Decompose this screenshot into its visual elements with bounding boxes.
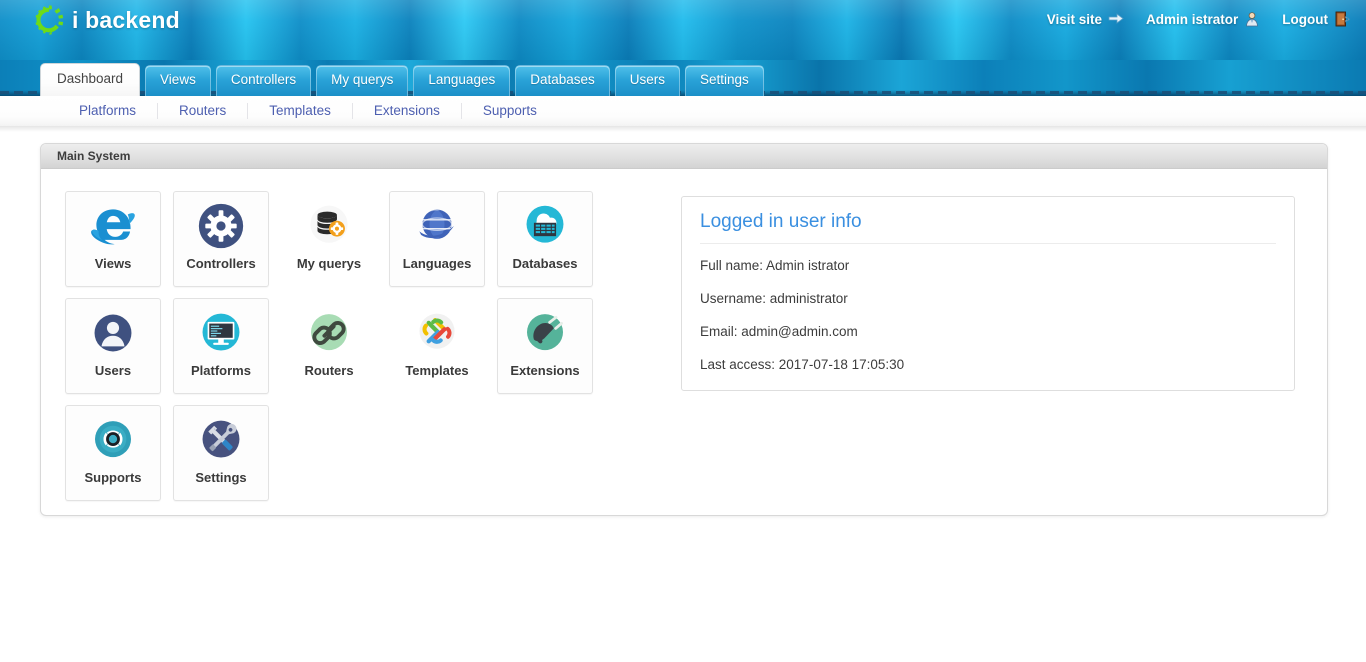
database-stack-gear-icon (303, 200, 355, 252)
tab-settings[interactable]: Settings (685, 65, 764, 96)
tile-label: Templates (405, 363, 469, 378)
tab-label: Databases (530, 72, 595, 88)
user-info-username: Username: administrator (700, 290, 848, 306)
arrow-right-icon (1108, 13, 1124, 24)
tile-label: My querys (296, 256, 362, 271)
subnav-item-supports[interactable]: Supports (462, 103, 558, 119)
tile-languages[interactable]: Languages (389, 191, 485, 287)
tab-dashboard[interactable]: Dashboard (40, 63, 141, 96)
tile-label: Supports (84, 470, 142, 485)
tile-views[interactable]: Views (65, 191, 161, 287)
current-user-link[interactable]: Admin istrator (1146, 11, 1260, 27)
brand-name: i backend (72, 6, 180, 33)
logout-link[interactable]: Logout (1282, 11, 1350, 27)
panel-body: Views Controllers My querys Languages Da… (41, 169, 1327, 501)
subnav-label: Routers (179, 103, 227, 118)
power-plug-icon (519, 307, 571, 359)
tile-label: Users (94, 363, 132, 378)
tile-label: Databases (512, 256, 578, 271)
secondary-nav-items: Platforms Routers Templates Extensions S… (0, 103, 558, 119)
cloud-server-icon (519, 200, 571, 252)
internet-explorer-e-icon (87, 200, 139, 252)
tile-templates[interactable]: Templates (389, 298, 485, 394)
tile-routers[interactable]: Routers (281, 298, 377, 394)
subnav-item-extensions[interactable]: Extensions (353, 103, 462, 119)
tab-label: Dashboard (57, 71, 124, 87)
subnav-label: Templates (269, 103, 331, 118)
panel-title: Main System (57, 149, 131, 163)
header-gloss-overlay (0, 0, 1366, 60)
tile-label: Extensions (510, 363, 580, 378)
primary-tabs: Dashboard Views Controllers My querys La… (40, 63, 764, 96)
header-actions: Visit site Admin istrator Logout (1047, 11, 1350, 27)
tab-my-querys[interactable]: My querys (316, 65, 409, 96)
logged-in-user-info-card: Logged in user info Full name: Admin ist… (681, 196, 1295, 391)
joomla-logo-icon (411, 307, 463, 359)
current-user-label: Admin istrator (1146, 11, 1239, 27)
tile-settings[interactable]: Settings (173, 405, 269, 501)
tile-extensions[interactable]: Extensions (497, 298, 593, 394)
tab-controllers[interactable]: Controllers (215, 65, 312, 96)
subnav-dropshadow (0, 126, 1366, 132)
monitor-icon (195, 307, 247, 359)
visit-site-label: Visit site (1046, 11, 1102, 27)
tile-label: Views (94, 256, 132, 271)
exit-door-icon (1335, 11, 1350, 27)
subnav-item-templates[interactable]: Templates (248, 103, 353, 119)
lifebuoy-icon (87, 414, 139, 466)
tile-label: Platforms (191, 363, 251, 378)
visit-site-link[interactable]: Visit site (1047, 11, 1124, 27)
tab-label: Languages (428, 72, 496, 88)
gear-circle-icon (195, 200, 247, 252)
green-gear-icon (35, 5, 64, 35)
subnav-label: Supports (482, 103, 537, 118)
subnav-label: Platforms (79, 103, 137, 118)
tile-controllers[interactable]: Controllers (173, 191, 269, 287)
user-info-title: Logged in user info (700, 211, 1276, 244)
tile-platforms[interactable]: Platforms (173, 298, 269, 394)
tile-my-querys[interactable]: My querys (281, 191, 377, 287)
tab-label: Controllers (230, 72, 297, 88)
module-tile-grid: Views Controllers My querys Languages Da… (61, 191, 601, 501)
tile-label: Languages (402, 256, 472, 271)
tab-label: My querys (331, 72, 394, 88)
chain-link-icon (303, 307, 355, 359)
user-info-fullname: Full name: Admin istrator (700, 257, 850, 273)
subnav-item-routers[interactable]: Routers (158, 103, 249, 119)
tile-databases[interactable]: Databases (497, 191, 593, 287)
tile-label: Settings (195, 470, 247, 485)
subnav-label: Extensions (373, 103, 440, 118)
primary-nav-bar: Dashboard Views Controllers My querys La… (0, 60, 1366, 96)
tab-views[interactable]: Views (145, 65, 211, 96)
user-info-last-access: Last access: 2017-07-18 17:05:30 (700, 357, 905, 373)
app-header: i backend Visit site Admin istrator Logo… (0, 0, 1366, 60)
wrench-screwdriver-icon (195, 414, 247, 466)
tile-supports[interactable]: Supports (65, 405, 161, 501)
tab-users[interactable]: Users (614, 65, 681, 96)
person-circle-icon (87, 307, 139, 359)
subnav-item-platforms[interactable]: Platforms (58, 103, 159, 119)
user-info-email: Email: admin@admin.com (700, 324, 858, 340)
tile-users[interactable]: Users (65, 298, 161, 394)
main-system-panel: Main System Views Controllers My querys … (40, 143, 1328, 516)
brand-logo[interactable]: i backend (32, 3, 180, 37)
globe-icon (411, 200, 463, 252)
logout-label: Logout (1282, 11, 1328, 27)
tab-label: Users (629, 72, 666, 88)
tab-databases[interactable]: Databases (515, 65, 610, 96)
tile-label: Routers (304, 363, 354, 378)
secondary-nav-bar: Platforms Routers Templates Extensions S… (0, 96, 1366, 126)
user-avatar-icon (1246, 12, 1259, 27)
tab-languages[interactable]: Languages (413, 65, 511, 96)
panel-header: Main System (41, 144, 1327, 169)
tab-label: Settings (700, 72, 749, 88)
tab-label: Views (160, 72, 196, 88)
tile-label: Controllers (186, 256, 256, 271)
